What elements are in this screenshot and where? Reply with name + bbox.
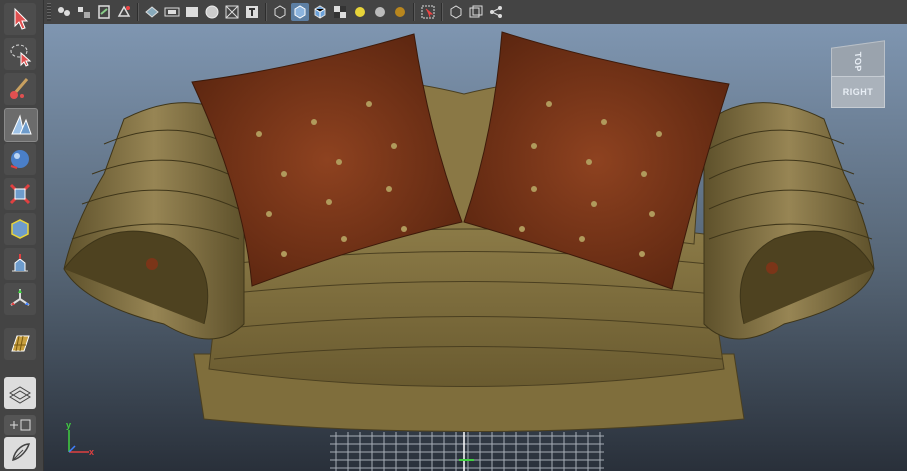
frame-icon[interactable] — [467, 3, 485, 21]
toolbar-separator — [441, 3, 443, 21]
axis-y-label: y — [66, 420, 72, 430]
outliner-icon[interactable] — [4, 437, 36, 469]
light-gold-icon[interactable] — [391, 3, 409, 21]
toolbox — [0, 0, 44, 471]
perspective-viewport[interactable]: TOP RIGHT y x — [44, 24, 907, 471]
cube-wire-icon[interactable] — [271, 3, 289, 21]
light-yellow-icon[interactable] — [351, 3, 369, 21]
cube-textured-icon[interactable] — [311, 3, 329, 21]
snap-plane-icon[interactable] — [115, 3, 133, 21]
viewcube-right-face[interactable]: RIGHT — [831, 76, 885, 108]
snap-grid-icon[interactable] — [55, 3, 73, 21]
layout-quad-icon[interactable] — [4, 415, 36, 435]
film-gate-icon[interactable] — [163, 3, 181, 21]
floor-grid — [330, 432, 604, 471]
uv-editor-tool[interactable] — [4, 328, 36, 360]
status-toolbar — [0, 0, 907, 24]
wireframe-icon[interactable] — [143, 3, 161, 21]
paint-select-tool[interactable] — [4, 73, 36, 105]
select-region-icon[interactable] — [419, 3, 437, 21]
rotate-tool[interactable] — [4, 143, 36, 175]
soft-mod-tool[interactable] — [4, 248, 36, 280]
layout-single-icon[interactable] — [4, 377, 36, 409]
scale-tool[interactable] — [4, 178, 36, 210]
lasso-tool[interactable] — [4, 38, 36, 70]
viewcube-top-label: TOP — [853, 51, 863, 73]
sofa-scene — [63, 31, 875, 471]
cube-solid-icon[interactable] — [291, 3, 309, 21]
checker-icon[interactable] — [223, 3, 241, 21]
light-white-icon[interactable] — [371, 3, 389, 21]
show-manipulator-tool[interactable] — [4, 283, 36, 315]
axis-x-label: x — [89, 447, 95, 457]
select-arrow-tool[interactable] — [4, 3, 36, 35]
nodes-icon[interactable] — [487, 3, 505, 21]
viewcube-right-label: RIGHT — [842, 87, 874, 97]
snap-curve-icon[interactable] — [75, 3, 93, 21]
snap-point-icon[interactable] — [95, 3, 113, 21]
toolbar-separator — [265, 3, 267, 21]
toolbar-separator — [413, 3, 415, 21]
checkerboard-icon[interactable] — [331, 3, 349, 21]
axis-gizmo: y x — [63, 420, 103, 462]
move-tool[interactable] — [4, 108, 38, 142]
text-icon[interactable] — [243, 3, 261, 21]
viewcube[interactable]: TOP RIGHT — [831, 40, 885, 110]
universal-manipulator-tool[interactable] — [4, 213, 36, 245]
shaded-icon[interactable] — [183, 3, 201, 21]
texture-icon[interactable] — [203, 3, 221, 21]
toolbar-grip[interactable] — [47, 3, 51, 21]
isolate-icon[interactable] — [447, 3, 465, 21]
sofa-right-arm — [703, 102, 875, 340]
toolbar-separator — [137, 3, 139, 21]
